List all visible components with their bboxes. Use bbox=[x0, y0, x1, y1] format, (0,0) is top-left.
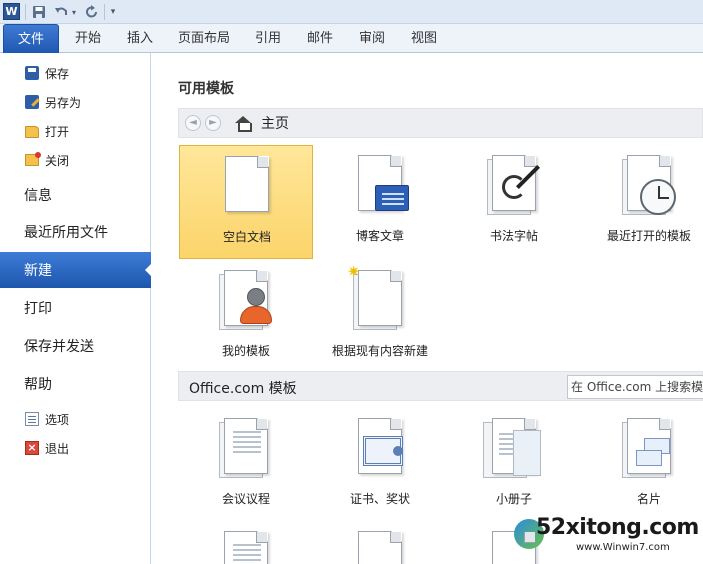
template-brochure[interactable]: 小册子 bbox=[447, 408, 581, 522]
ribbon-tabs: 文件 开始 插入 页面布局 引用 邮件 审阅 视图 bbox=[0, 24, 703, 53]
backstage-nav: 保存 另存为 打开 关闭 信息 最近所用文件 新建 打印 保存并发送 帮助 选项… bbox=[0, 53, 152, 564]
template-label: 最近打开的模板 bbox=[606, 229, 691, 243]
tab-view[interactable]: 视图 bbox=[402, 24, 446, 53]
template-blank-document[interactable]: 空白文档 bbox=[179, 145, 313, 259]
person-head-icon bbox=[247, 288, 265, 306]
open-folder-icon bbox=[25, 126, 39, 138]
clock-icon bbox=[640, 179, 676, 215]
brochure-panel-icon bbox=[513, 430, 541, 476]
customize-icon[interactable]: ▾ bbox=[108, 3, 118, 21]
template-label: 根据现有内容新建 bbox=[331, 344, 428, 358]
template-label: 空白文档 bbox=[222, 230, 271, 244]
template-certificate[interactable]: 证书、奖状 bbox=[313, 408, 447, 522]
template-label: 会议议程 bbox=[221, 492, 270, 506]
close-folder-icon bbox=[25, 152, 41, 166]
nav-open[interactable]: 打开 bbox=[0, 118, 151, 144]
nav-save-label: 保存 bbox=[45, 66, 70, 81]
nav-info[interactable]: 信息 bbox=[0, 177, 151, 213]
forward-arrow-icon[interactable]: ► bbox=[205, 115, 221, 131]
save-icon bbox=[25, 66, 39, 80]
blank-document-icon bbox=[225, 156, 269, 212]
template-navigation-bar: ◄ ► 主页 bbox=[178, 108, 703, 138]
word-logo-icon[interactable]: W bbox=[3, 3, 20, 20]
tab-file[interactable]: 文件 bbox=[3, 24, 59, 53]
save-as-icon bbox=[25, 95, 39, 109]
nav-open-label: 打开 bbox=[45, 124, 70, 139]
template-blog-post[interactable]: 博客文章 bbox=[313, 145, 447, 259]
toolbar-separator bbox=[104, 4, 105, 20]
nav-save-as-label: 另存为 bbox=[45, 95, 82, 110]
template-my-templates[interactable]: 我的模板 bbox=[179, 260, 313, 374]
undo-icon[interactable] bbox=[53, 3, 69, 21]
document-icon[interactable] bbox=[224, 531, 268, 564]
agenda-document-icon bbox=[224, 418, 268, 474]
template-label: 证书、奖状 bbox=[349, 492, 410, 506]
nav-close[interactable]: 关闭 bbox=[0, 147, 151, 173]
nav-close-label: 关闭 bbox=[45, 153, 70, 168]
template-meeting-agenda[interactable]: 会议议程 bbox=[179, 408, 313, 522]
watermark-text: 52xitong.com bbox=[536, 515, 699, 540]
section-title: 可用模板 bbox=[178, 81, 234, 97]
tab-page-layout[interactable]: 页面布局 bbox=[171, 24, 237, 53]
office-templates-bar: Office.com 模板 在 Office.com 上搜索模 bbox=[178, 371, 703, 401]
nav-options-label: 选项 bbox=[45, 412, 70, 427]
redo-icon[interactable] bbox=[84, 3, 100, 21]
nav-print[interactable]: 打印 bbox=[0, 290, 151, 326]
template-label: 博客文章 bbox=[355, 229, 404, 243]
nav-exit-label: 退出 bbox=[45, 441, 70, 456]
template-label: 小册子 bbox=[495, 492, 532, 506]
back-arrow-icon[interactable]: ◄ bbox=[185, 115, 201, 131]
nav-save-send[interactable]: 保存并发送 bbox=[0, 328, 151, 364]
nav-exit[interactable]: × 退出 bbox=[0, 435, 151, 461]
blog-post-icon bbox=[375, 185, 409, 211]
template-business-card[interactable]: 名片 bbox=[582, 408, 703, 522]
document-icon bbox=[358, 270, 402, 326]
template-label: 我的模板 bbox=[221, 344, 270, 358]
home-label[interactable]: 主页 bbox=[261, 113, 289, 133]
nav-save[interactable]: 保存 bbox=[0, 60, 151, 86]
office-search-input[interactable]: 在 Office.com 上搜索模 bbox=[567, 375, 703, 399]
template-label: 书法字帖 bbox=[489, 229, 538, 243]
nav-help[interactable]: 帮助 bbox=[0, 366, 151, 402]
tab-references[interactable]: 引用 bbox=[246, 24, 290, 53]
template-recent[interactable]: 最近打开的模板 bbox=[582, 145, 703, 259]
business-card-icon bbox=[636, 450, 662, 466]
template-from-existing[interactable]: ✷ 根据现有内容新建 bbox=[313, 260, 447, 374]
options-icon bbox=[25, 412, 39, 426]
new-spark-icon: ✷ bbox=[347, 262, 361, 281]
office-templates-title: Office.com 模板 bbox=[189, 381, 297, 397]
certificate-seal-icon bbox=[393, 446, 403, 456]
tab-home[interactable]: 开始 bbox=[66, 24, 110, 53]
home-icon[interactable] bbox=[235, 116, 252, 132]
tab-insert[interactable]: 插入 bbox=[118, 24, 162, 53]
nav-save-as[interactable]: 另存为 bbox=[0, 89, 151, 115]
undo-dropdown-icon[interactable]: ▾ bbox=[70, 3, 78, 21]
nav-new[interactable]: 新建 bbox=[0, 252, 152, 288]
nav-options[interactable]: 选项 bbox=[0, 406, 151, 432]
person-body-icon bbox=[240, 306, 272, 324]
template-label: 名片 bbox=[636, 492, 661, 506]
toolbar-separator bbox=[25, 4, 26, 20]
watermark-url: www.Winwin7.com bbox=[576, 542, 670, 553]
site-watermark: 52xitong.com www.Winwin7.com bbox=[514, 511, 703, 564]
template-calligraphy[interactable]: 书法字帖 bbox=[447, 145, 581, 259]
nav-recent[interactable]: 最近所用文件 bbox=[0, 214, 151, 250]
exit-icon: × bbox=[25, 441, 39, 455]
save-icon[interactable] bbox=[31, 3, 47, 21]
quick-access-toolbar: W ▾ ▾ bbox=[0, 0, 703, 24]
tab-mailings[interactable]: 邮件 bbox=[298, 24, 342, 53]
new-document-panel: 可用模板 ◄ ► 主页 空白文档 博客文章 书法字帖 最近打开的模板 我的模板 bbox=[152, 53, 703, 564]
document-icon[interactable] bbox=[358, 531, 402, 564]
tab-review[interactable]: 审阅 bbox=[350, 24, 394, 53]
